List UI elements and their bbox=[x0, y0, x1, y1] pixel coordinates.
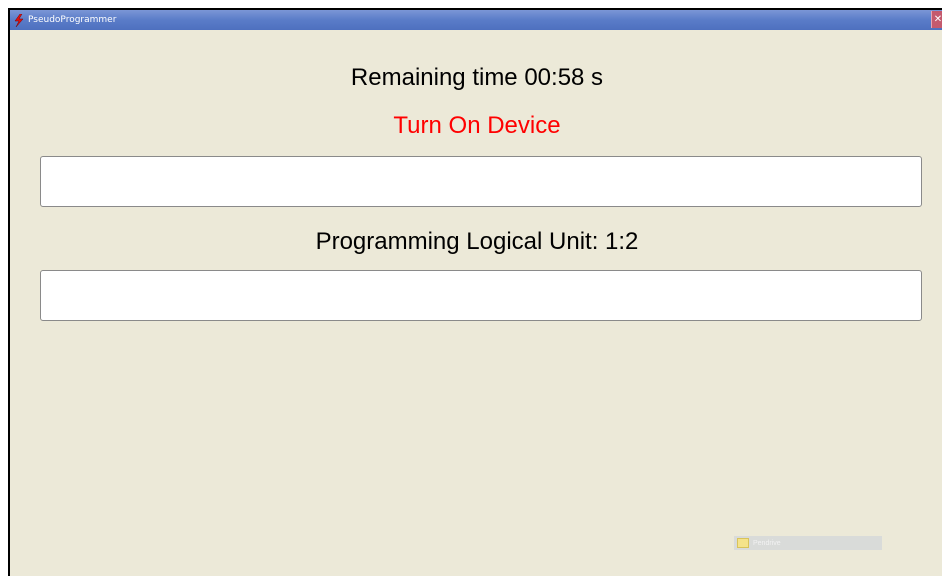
window-title: PseudoProgrammer bbox=[28, 15, 117, 25]
taskbar-item-pendrive[interactable]: Pendrive bbox=[734, 536, 882, 550]
folder-icon bbox=[737, 538, 749, 548]
app-window: PseudoProgrammer ✕ Remaining time 00:58 … bbox=[8, 8, 942, 576]
title-bar[interactable]: PseudoProgrammer ✕ bbox=[10, 10, 942, 30]
remaining-time-label: Remaining time 00:58 s bbox=[350, 64, 604, 91]
close-button[interactable]: ✕ bbox=[931, 11, 942, 28]
status-message: Turn On Device bbox=[393, 112, 561, 139]
logical-unit-label: Programming Logical Unit: 1:2 bbox=[315, 228, 639, 255]
lightning-bolt-icon bbox=[12, 13, 26, 27]
taskbar-item-label: Pendrive bbox=[753, 539, 781, 547]
unit-output-field[interactable] bbox=[40, 270, 922, 321]
status-output-field[interactable] bbox=[40, 156, 922, 207]
close-icon: ✕ bbox=[933, 14, 942, 25]
